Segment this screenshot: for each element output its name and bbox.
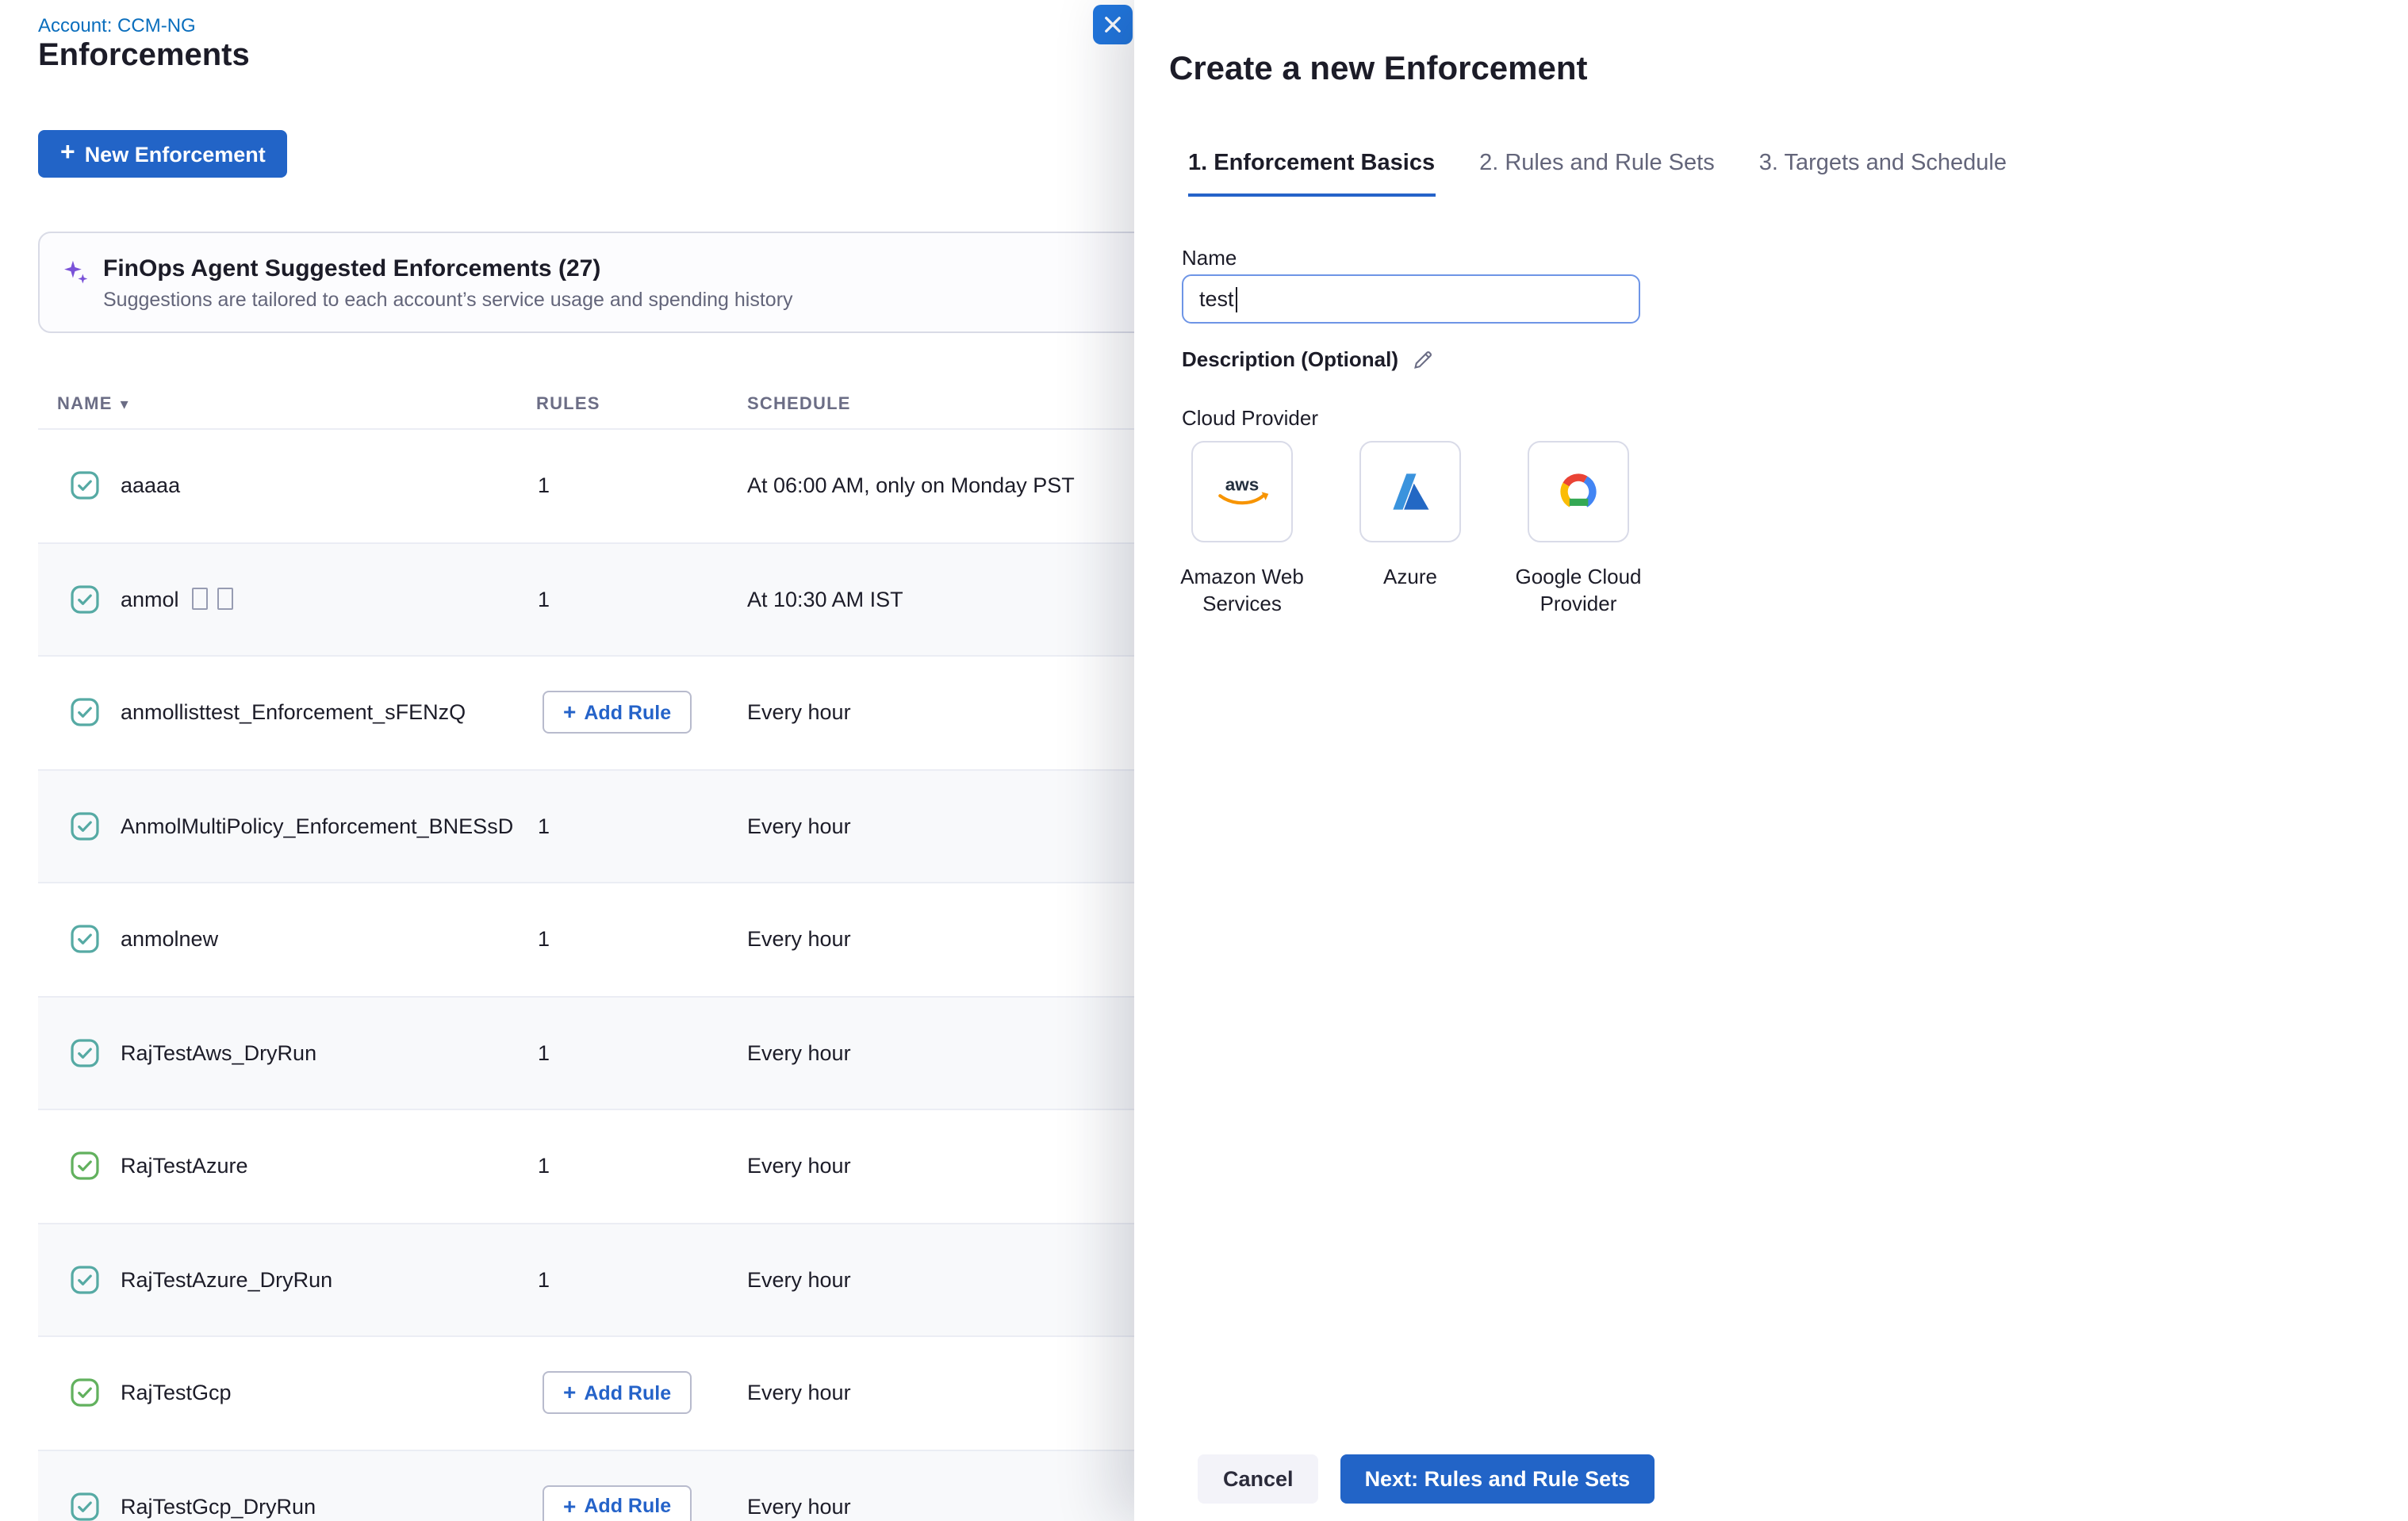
- edit-description-button[interactable]: [1411, 348, 1433, 370]
- cloud-provider-cards: aws: [1191, 441, 1629, 542]
- schedule-cell: Every hour: [747, 814, 851, 838]
- rules-count: 1: [538, 1268, 550, 1292]
- enforcement-name: anmolnew: [121, 928, 218, 952]
- tab-rules-and-rule-sets[interactable]: 2. Rules and Rule Sets: [1479, 151, 1715, 197]
- new-enforcement-label: New Enforcement: [85, 142, 266, 166]
- row-status-icon: [70, 1038, 100, 1068]
- provider-label-azure: Azure: [1331, 565, 1490, 591]
- schedule-cell: Every hour: [747, 1495, 851, 1519]
- add-rule-button[interactable]: Add Rule: [543, 1372, 692, 1415]
- name-input-value: test: [1199, 287, 1234, 311]
- banner-title: FinOps Agent Suggested Enforcements (27): [103, 255, 793, 282]
- app: Account: CCM-NG Enforcements New Enforce…: [0, 0, 2408, 1521]
- enforcement-name: RajTestGcp: [121, 1381, 232, 1405]
- schedule-cell: At 06:00 AM, only on Monday PST: [747, 474, 1075, 498]
- enforcement-name: anmollisttest_Enforcement_sFENzQ: [121, 701, 466, 725]
- gcp-card[interactable]: [1528, 441, 1629, 542]
- name-input[interactable]: test: [1182, 274, 1640, 324]
- provider-card-aws[interactable]: aws: [1191, 441, 1293, 542]
- row-status-icon: [70, 811, 100, 841]
- plus-icon: [563, 1495, 576, 1519]
- aws-logo-icon: aws: [1210, 471, 1274, 512]
- row-status-icon: [70, 1265, 100, 1295]
- close-icon: [1104, 16, 1122, 33]
- sparkle-icon: [62, 258, 89, 285]
- add-rule-button[interactable]: Add Rule: [543, 1485, 692, 1521]
- row-status-icon: [70, 698, 100, 728]
- caret-down-icon: [113, 395, 129, 414]
- next-button[interactable]: Next: Rules and Rule Sets: [1341, 1454, 1655, 1504]
- page-title: Enforcements: [38, 38, 250, 75]
- enforcement-name: RajTestAzure_DryRun: [121, 1268, 332, 1292]
- enforcement-name: RajTestAzure: [121, 1155, 248, 1178]
- schedule-cell: Every hour: [747, 1268, 851, 1292]
- rules-count: 1: [538, 814, 550, 838]
- name-label: Name: [1182, 246, 1237, 271]
- svg-text:aws: aws: [1225, 474, 1260, 494]
- schedule-cell: Every hour: [747, 928, 851, 952]
- plus-icon: [563, 1381, 576, 1405]
- schedule-cell: Every hour: [747, 701, 851, 725]
- create-enforcement-drawer: Create a new Enforcement 1. Enforcement …: [1134, 0, 2408, 1521]
- drawer-close-button[interactable]: [1093, 5, 1133, 44]
- enforcement-name: RajTestAws_DryRun: [121, 1041, 316, 1065]
- enforcement-name: AnmolMultiPolicy_Enforcement_BNESsD: [121, 814, 513, 838]
- schedule-cell: Every hour: [747, 1381, 851, 1405]
- plus-icon: [60, 141, 75, 167]
- row-status-icon: [70, 925, 100, 955]
- description-label: Description (Optional): [1182, 347, 1398, 371]
- add-rule-label: Add Rule: [584, 702, 671, 724]
- pencil-icon: [1411, 348, 1433, 370]
- drawer-tabs: 1. Enforcement Basics 2. Rules and Rule …: [1188, 151, 2007, 197]
- column-header-rules: RULES: [536, 381, 600, 428]
- column-header-name-label: NAME: [57, 395, 113, 414]
- missing-glyph-box: [217, 588, 233, 611]
- text-caret: [1236, 286, 1238, 312]
- rules-count: 1: [538, 928, 550, 952]
- plus-icon: [563, 701, 576, 725]
- rules-count: 1: [538, 474, 550, 498]
- azure-logo-icon: [1385, 466, 1436, 517]
- enforcement-name: aaaaa: [121, 474, 180, 498]
- banner-text: FinOps Agent Suggested Enforcements (27)…: [103, 255, 793, 310]
- tab-enforcement-basics[interactable]: 1. Enforcement Basics: [1188, 151, 1435, 197]
- enforcement-name: anmol: [121, 588, 179, 611]
- add-rule-button[interactable]: Add Rule: [543, 692, 692, 734]
- cancel-button[interactable]: Cancel: [1198, 1454, 1319, 1504]
- provider-label-gcp: Google Cloud Provider: [1499, 565, 1658, 617]
- rules-count: 1: [538, 588, 550, 611]
- drawer-footer: Cancel Next: Rules and Rule Sets: [1198, 1454, 1654, 1504]
- description-row: Description (Optional): [1182, 347, 1433, 371]
- provider-card-azure[interactable]: [1359, 441, 1461, 542]
- column-header-name[interactable]: NAME: [57, 381, 129, 430]
- row-status-icon: [70, 1378, 100, 1408]
- rules-count: 1: [538, 1041, 550, 1065]
- row-status-icon: [70, 1492, 100, 1521]
- schedule-cell: At 10:30 AM IST: [747, 588, 903, 611]
- tab-targets-and-schedule[interactable]: 3. Targets and Schedule: [1759, 151, 2007, 197]
- row-status-icon: [70, 471, 100, 501]
- add-rule-label: Add Rule: [584, 1382, 671, 1404]
- gcp-logo-icon: [1551, 469, 1605, 514]
- column-header-schedule: SCHEDULE: [747, 381, 851, 428]
- add-rule-label: Add Rule: [584, 1496, 671, 1518]
- missing-glyph-box: [192, 588, 208, 611]
- new-enforcement-button[interactable]: New Enforcement: [38, 130, 288, 178]
- provider-label-aws: Amazon Web Services: [1163, 565, 1321, 617]
- cloud-provider-label: Cloud Provider: [1182, 406, 1318, 431]
- drawer-title: Create a new Enforcement: [1169, 51, 1588, 89]
- schedule-cell: Every hour: [747, 1155, 851, 1178]
- schedule-cell: Every hour: [747, 1041, 851, 1065]
- breadcrumb-account-link[interactable]: Account: CCM-NG: [38, 14, 196, 36]
- enforcement-name: RajTestGcp_DryRun: [121, 1495, 316, 1519]
- placeholder-glyphs: [192, 588, 233, 611]
- row-status-icon: [70, 584, 100, 615]
- row-status-icon: [70, 1151, 100, 1182]
- banner-subtitle: Suggestions are tailored to each account…: [103, 288, 793, 310]
- rules-count: 1: [538, 1155, 550, 1178]
